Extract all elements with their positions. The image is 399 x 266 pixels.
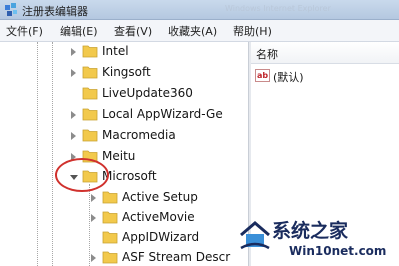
value-name: (默认) [273,71,304,84]
folder-icon [102,211,118,224]
expand-arrow-icon[interactable] [91,194,96,202]
menu-edit[interactable]: 编辑(E) [60,23,98,39]
tree-item-label: ASF Stream Descr [122,250,231,264]
column-header-label: 名称 [256,48,278,61]
menu-bar: 文件(F) 编辑(E) 查看(V) 收藏夹(A) 帮助(H) [0,20,399,42]
string-value-icon: ab [255,69,270,82]
tree-item-active-setup[interactable]: Active Setup [0,188,248,208]
tree-item-label: LiveUpdate360 [102,86,193,100]
menu-file[interactable]: 文件(F) [6,23,43,39]
registry-editor-icon [5,3,17,16]
title-bar: 注册表编辑器 Windows Internet Explorer [0,0,399,20]
background-window-title: Windows Internet Explorer [225,4,331,13]
tree-item-appidwizard[interactable]: AppIDWizard [0,228,248,248]
expand-arrow-icon[interactable] [71,48,76,56]
tree-item-label: Local AppWizard-Ge [102,107,223,121]
expand-arrow-icon[interactable] [91,254,96,262]
column-header-name[interactable]: 名称 [251,42,399,64]
watermark-url: Win10net.com [289,244,387,258]
watermark-text: 系统之家 [272,220,349,242]
tree-item-label: AppIDWizard [122,230,200,244]
expand-arrow-icon[interactable] [71,69,76,77]
tree-item-macromedia[interactable]: Macromedia [0,126,248,146]
menu-help[interactable]: 帮助(H) [233,23,272,39]
tree-item-label: Intel [102,44,129,58]
tree-item-label: Microsoft [102,169,157,183]
folder-icon [82,87,98,100]
expand-arrow-icon[interactable] [71,132,76,140]
folder-icon [82,129,98,142]
folder-icon [82,66,98,79]
tree-item-liveupdate360[interactable]: LiveUpdate360 [0,84,248,104]
expand-arrow-icon[interactable] [71,111,76,119]
menu-view[interactable]: 查看(V) [114,23,152,39]
tree-item-label: Kingsoft [102,65,151,79]
tree-item-label: ActiveMovie [122,210,195,224]
folder-icon [102,231,118,244]
tree-item-kingsoft[interactable]: Kingsoft [0,63,248,83]
folder-icon [102,251,118,264]
tree-item-label: Macromedia [102,128,176,142]
tree-item-local-appwizard[interactable]: Local AppWizard-Ge [0,105,248,125]
tree-item-activemovie[interactable]: ActiveMovie [0,208,248,228]
tree-item-label: Meitu [102,149,136,163]
folder-icon [82,45,98,58]
window-title: 注册表编辑器 [22,5,88,18]
tree-item-label: Active Setup [122,190,198,204]
folder-icon [82,108,98,121]
tree-item-microsoft[interactable]: Microsoft [0,167,248,187]
folder-icon [102,191,118,204]
tree-item-intel[interactable]: Intel [0,42,248,62]
tree-item-asf-stream[interactable]: ASF Stream Descr [0,248,248,266]
expand-arrow-icon[interactable] [91,214,96,222]
tree-item-meitu[interactable]: Meitu [0,147,248,167]
highlight-circle [55,158,109,192]
registry-tree[interactable]: Intel Kingsoft LiveUpdate360 Local AppWi… [0,42,248,266]
menu-favorites[interactable]: 收藏夹(A) [168,23,217,39]
watermark-house-logo-icon [240,221,270,250]
